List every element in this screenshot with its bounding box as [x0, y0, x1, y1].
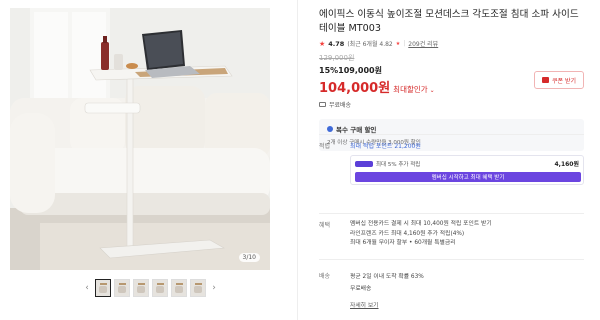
free-shipping-label: 무료배송 [329, 102, 352, 109]
coupon-button-label: 쿠폰 받기 [552, 77, 576, 85]
delivery-label: 배송 [319, 273, 331, 280]
thumbnail[interactable] [152, 279, 168, 297]
benefits-body: 멤버십 전용카드 결제 시 최대 10,400원 적립 포인트 받기 라인프렌즈… [350, 220, 584, 249]
membership-box: 최대 5% 추가 적립 4,160원 멤버십 시작하고 최대 혜택 받기 [350, 155, 584, 185]
points-section: 적립 최대 적립 포인트 21,200원 최대 5% 추가 적립 4,160원 … [319, 141, 584, 211]
final-price: 104,000원 [319, 81, 391, 96]
benefits-label: 혜택 [319, 222, 331, 229]
delivery-free-shipping: 무료배송 [350, 286, 372, 292]
thumbnail[interactable] [114, 279, 130, 297]
membership-points: 4,160원 [554, 161, 580, 168]
delivery-estimate: 평균 2일 이내 도착 확률 63% [350, 274, 424, 280]
max-discount-label: 최대할인가 [393, 85, 428, 94]
benefits-section: 혜택 멤버십 전용카드 결제 시 최대 10,400원 적립 포인트 받기 라인… [319, 220, 584, 254]
benefit-line: 라인프렌즈 카드 최대 4,160원 추가 적립(4%) [350, 230, 465, 237]
delivery-details-link[interactable]: 자세히 보기 [350, 300, 379, 309]
points-label: 적립 [319, 143, 331, 150]
rating-score: 4.78 [328, 39, 345, 48]
review-count-link[interactable]: 209건 리뷰 [408, 39, 438, 48]
product-image-gallery[interactable]: 3/10 [10, 8, 270, 270]
chevron-down-icon: ⌄ [429, 87, 435, 94]
thumbnail[interactable] [190, 279, 206, 297]
star-icon: ★ [395, 40, 401, 47]
thumbnail[interactable] [95, 279, 111, 297]
shipping-row: 무료배송 [319, 100, 584, 109]
separator: | [403, 40, 406, 47]
benefit-line: 멤버십 전용카드 결제 시 최대 10,400원 적립 포인트 받기 [350, 221, 492, 227]
section-divider [319, 259, 584, 260]
max-points-text: 최대 적립 포인트 21,200원 [350, 143, 421, 150]
coupon-icon [542, 77, 549, 83]
section-divider [319, 134, 584, 135]
product-title: 에이픽스 이동식 높이조절 모션데스크 각도조절 침대 소파 사이드테이블 MT… [319, 9, 579, 34]
bulk-discount-title: 복수 구매 할인 [336, 126, 377, 134]
bulk-discount-title-row: 복수 구매 할인 [327, 124, 576, 134]
membership-row: 최대 5% 추가 적립 4,160원 [355, 159, 579, 168]
thumbnail[interactable] [133, 279, 149, 297]
coupon-button[interactable]: 쿠폰 받기 [534, 71, 584, 89]
star-icon: ★ [319, 39, 326, 48]
delivery-body: 평균 2일 이내 도착 확률 63% 무료배송 자세히 보기 [350, 271, 584, 311]
column-divider [297, 0, 298, 320]
discount-icon [327, 126, 333, 132]
thumbnail-strip: ‹ › [82, 278, 219, 298]
original-price: 129,000원 [319, 54, 355, 62]
truck-icon [319, 102, 326, 107]
rating-detail: (최근 6개월 4.82 [347, 41, 393, 48]
rating-row: ★ 4.78 (최근 6개월 4.82 ★ | 209건 리뷰 [319, 39, 584, 49]
benefit-line: 최대 6개월 무이자 할부 • 60개월 특별금리 [350, 240, 456, 247]
membership-badge-icon [355, 160, 373, 167]
membership-extra-text: 최대 5% 추가 적립 [376, 161, 421, 168]
thumbnail-next-arrow-icon[interactable]: › [209, 283, 219, 293]
section-divider [319, 213, 584, 214]
thumbnail-prev-arrow-icon[interactable]: ‹ [82, 283, 92, 293]
membership-start-button[interactable]: 멤버십 시작하고 최대 혜택 받기 [355, 172, 581, 182]
thumbnail[interactable] [171, 279, 187, 297]
points-body: 최대 적립 포인트 21,200원 최대 5% 추가 적립 4,160원 멤버십… [350, 141, 584, 185]
product-main-image [10, 8, 270, 270]
image-counter: 3/10 [238, 253, 260, 262]
delivery-section: 배송 평균 2일 이내 도착 확률 63% 무료배송 자세히 보기 [319, 271, 584, 311]
